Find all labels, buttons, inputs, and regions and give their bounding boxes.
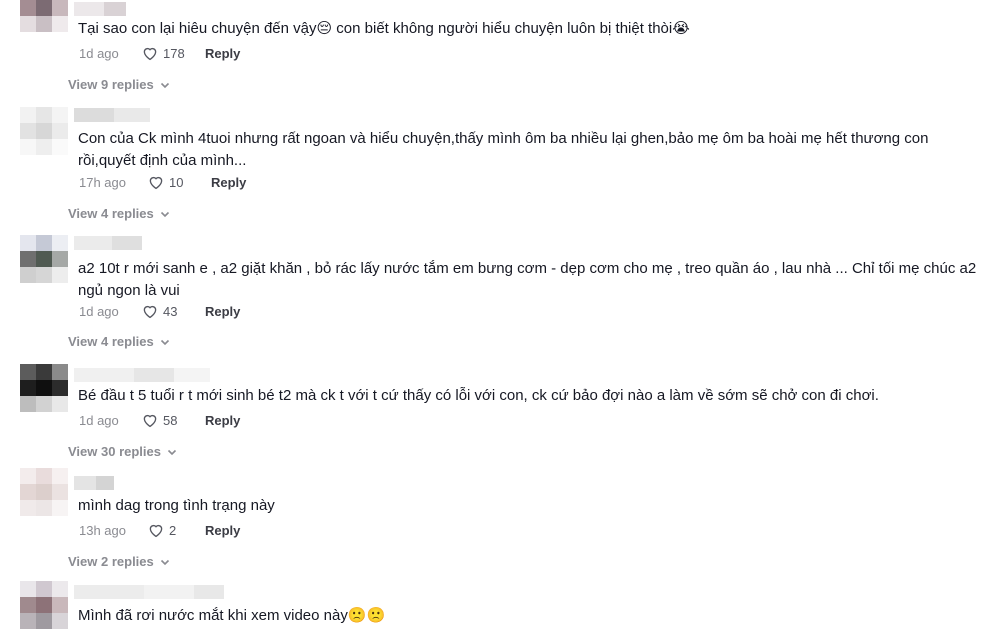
like-count: 58 — [163, 412, 178, 428]
comment-meta: 13h ago 2 Reply — [79, 520, 240, 540]
view-replies-label: View 4 replies — [68, 206, 154, 221]
comment-meta: 1d ago 58 Reply — [79, 410, 240, 430]
comment-meta: 1d ago 43 Reply — [79, 301, 240, 321]
chevron-down-icon — [167, 449, 177, 455]
username-blurred[interactable] — [74, 368, 210, 382]
chevron-down-icon — [160, 211, 169, 217]
like-button[interactable]: 2 — [147, 521, 195, 539]
view-replies-label: View 9 replies — [68, 77, 154, 92]
comment-time: 1d ago — [79, 412, 119, 428]
heart-outline-icon — [149, 524, 163, 538]
comment-time: 1d ago — [79, 303, 119, 319]
chevron-down-icon — [160, 339, 169, 345]
comment-text: mình dag trong tình trạng này — [78, 497, 275, 514]
comment-text: Bé đầu t 5 tuổi r t mới sinh bé t2 mà ck… — [78, 387, 879, 404]
comment-time: 1d ago — [79, 45, 119, 61]
like-count: 178 — [163, 45, 185, 61]
like-button[interactable]: 10 — [147, 173, 201, 191]
avatar[interactable] — [20, 581, 68, 629]
avatar[interactable] — [20, 468, 68, 516]
username-blurred[interactable] — [74, 108, 150, 122]
username-blurred[interactable] — [74, 236, 142, 250]
view-replies-label: View 4 replies — [68, 334, 154, 349]
view-replies-button[interactable]: View 4 replies — [68, 206, 171, 221]
view-replies-button[interactable]: View 30 replies — [68, 444, 178, 459]
view-replies-button[interactable]: View 4 replies — [68, 334, 171, 349]
like-button[interactable]: 58 — [141, 411, 195, 429]
comment-text: Con của Ck mình 4tuoi nhưng rất ngoan và… — [78, 130, 929, 169]
username-blurred[interactable] — [74, 585, 224, 599]
like-button[interactable]: 178 — [141, 44, 195, 62]
heart-outline-icon — [149, 176, 163, 190]
username-blurred[interactable] — [74, 2, 126, 16]
view-replies-button[interactable]: View 9 replies — [68, 77, 171, 92]
reply-button[interactable]: Reply — [211, 175, 246, 190]
avatar[interactable] — [20, 0, 68, 32]
chevron-down-icon — [160, 82, 169, 88]
like-count: 43 — [163, 303, 178, 319]
heart-outline-icon — [143, 47, 157, 61]
heart-outline-icon — [143, 305, 157, 319]
comment-time: 13h ago — [79, 522, 126, 538]
chevron-down-icon — [160, 559, 169, 565]
reply-button[interactable]: Reply — [205, 523, 240, 538]
reply-button[interactable]: Reply — [205, 304, 240, 319]
comment-meta: 1d ago 178 Reply — [79, 43, 240, 63]
reply-button[interactable]: Reply — [205, 413, 240, 428]
comment-text: a2 10t r mới sanh e , a2 giặt khăn , bỏ … — [78, 260, 977, 299]
comment-text: Mình đã rơi nước mắt khi xem video này🙁🙁 — [78, 607, 386, 624]
username-blurred[interactable] — [74, 476, 114, 490]
reply-button[interactable]: Reply — [205, 46, 240, 61]
heart-outline-icon — [143, 414, 157, 428]
comment-meta: 17h ago 10 Reply — [79, 172, 246, 192]
comment-time: 17h ago — [79, 174, 126, 190]
view-replies-button[interactable]: View 2 replies — [68, 554, 171, 569]
avatar[interactable] — [20, 364, 68, 412]
avatar[interactable] — [20, 107, 68, 155]
like-button[interactable]: 43 — [141, 302, 195, 320]
view-replies-label: View 2 replies — [68, 554, 154, 569]
comment-text: Tại sao con lại hiêu chuyện đến vậy😔 con… — [78, 20, 690, 37]
avatar[interactable] — [20, 235, 68, 283]
view-replies-label: View 30 replies — [68, 444, 161, 459]
like-count: 2 — [169, 522, 177, 538]
like-count: 10 — [169, 174, 184, 190]
